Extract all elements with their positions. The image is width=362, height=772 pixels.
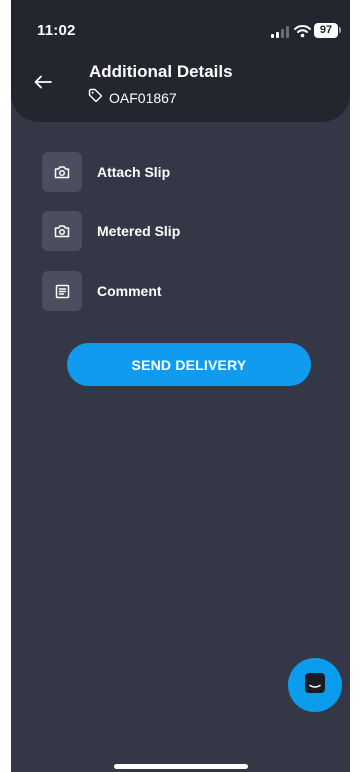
battery-tip [339, 27, 341, 33]
camera-icon [42, 152, 82, 192]
wifi-icon [294, 24, 311, 38]
comment-option[interactable]: Comment [42, 271, 302, 311]
chat-button[interactable] [288, 658, 342, 712]
home-indicator [114, 764, 248, 769]
arrow-left-icon [34, 75, 52, 94]
order-id: OAF01867 [109, 90, 177, 106]
comment-label: Comment [97, 283, 162, 299]
document-icon [42, 271, 82, 311]
page-title: Additional Details [89, 62, 233, 81]
header-bar: 11:02 97 Additional Details OAF01867 [11, 0, 350, 122]
back-button[interactable] [29, 70, 57, 98]
attach-slip-label: Attach Slip [97, 164, 171, 180]
cellular-signal-icon [271, 26, 289, 38]
app-screen: 11:02 97 Additional Details OAF01867 Att… [11, 0, 350, 772]
camera-icon [42, 211, 82, 251]
send-delivery-button[interactable]: SEND DELIVERY [67, 343, 311, 386]
tag-icon [88, 88, 103, 108]
metered-slip-label: Metered Slip [97, 223, 181, 239]
chat-icon [303, 671, 327, 700]
status-time: 11:02 [37, 22, 76, 39]
order-id-row: OAF01867 [88, 88, 177, 108]
battery-indicator: 97 [314, 23, 338, 38]
metered-slip-option[interactable]: Metered Slip [42, 211, 302, 251]
attach-slip-option[interactable]: Attach Slip [42, 152, 302, 192]
